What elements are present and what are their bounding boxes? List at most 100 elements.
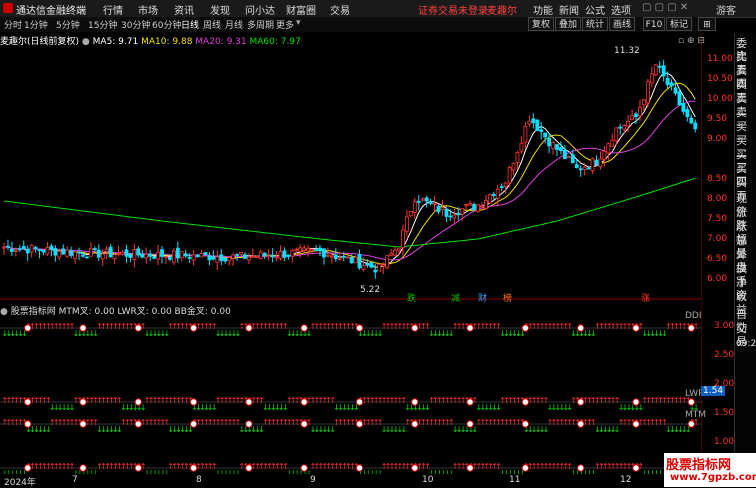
candle-body: [290, 250, 295, 257]
biaoji-button[interactable]: 标记: [666, 17, 692, 31]
period-15min[interactable]: 15分钟: [88, 18, 117, 31]
period-multi[interactable]: 多周期: [247, 18, 274, 31]
date-label: 9: [310, 475, 316, 485]
menu-jiaoyi[interactable]: 交易: [330, 2, 350, 17]
candle-body: [397, 248, 401, 251]
candle-body: [574, 164, 579, 169]
period-30min[interactable]: 30分钟: [121, 18, 150, 31]
login-status[interactable]: 证券交易未登录: [418, 2, 488, 17]
signal-dot-icon: [632, 420, 640, 428]
f10-button[interactable]: F10: [643, 17, 665, 31]
candle-body: [416, 200, 421, 203]
main-kline-chart[interactable]: [0, 33, 702, 300]
indicator-header: 股票指标网 MTM叉: 0.00 LWR叉: 0.00 BB金叉: 0.00: [10, 307, 231, 317]
menu-hangqing[interactable]: 行情: [103, 2, 123, 17]
candle-body: [349, 256, 354, 264]
stock-name-title: 麦趣尔: [487, 6, 517, 17]
candle-body: [511, 162, 516, 171]
indicator-chart[interactable]: ↓↓↓↓↓↓↑↑↑↑↑↑↑↑↑↑↑↑↓↓↓↓↓↓↑↑↑↑↑↑↑↑↑↑↑↑↓↓↓↓…: [0, 302, 702, 474]
menu-caifuquan[interactable]: 财富圈: [286, 2, 316, 17]
layout-icon[interactable]: ⊞: [698, 17, 716, 31]
main-header: 麦趣尔(日线前复权): [0, 37, 80, 47]
candle-body: [282, 250, 287, 258]
signal-dot-icon: [355, 464, 364, 472]
candle-body: [555, 144, 559, 150]
signal-dot-icon: [411, 324, 419, 332]
candle-body: [148, 253, 153, 257]
signal-dot-icon: [632, 324, 640, 332]
menu-gongneng[interactable]: 功能: [533, 2, 553, 17]
indicator-legend: ● 股票指标网 MTM叉: 0.00 LWR叉: 0.00 BB金叉: 0.00: [0, 304, 231, 317]
signal-dot-icon: [355, 420, 364, 428]
date-label: 12: [620, 475, 632, 485]
candle-body: [65, 249, 70, 257]
candle-body: [132, 249, 137, 261]
menu-xinwen[interactable]: 新闻: [559, 2, 579, 17]
signal-dot-icon: [466, 464, 474, 472]
price-label: 10.00: [707, 94, 733, 104]
period-more[interactable]: 更多: [276, 18, 294, 31]
candle-body: [341, 255, 346, 258]
period-monthly[interactable]: 月线: [225, 18, 243, 31]
candle-body: [207, 255, 212, 261]
candle-body: [681, 102, 686, 112]
period-1min[interactable]: 1分钟: [24, 18, 48, 31]
menu-shichang[interactable]: 市场: [138, 2, 158, 17]
price-label: 11.00: [707, 54, 733, 64]
signal-dot-icon: [577, 420, 585, 428]
candle-body: [61, 248, 66, 255]
period-daily[interactable]: 日线: [181, 18, 199, 31]
candle-body: [539, 129, 544, 133]
signal-dot-icon: [79, 464, 87, 472]
candle-body: [294, 248, 299, 251]
diejia-button[interactable]: 叠加: [555, 17, 581, 31]
menu-zixun[interactable]: 资讯: [174, 2, 194, 17]
candle-body: [270, 255, 275, 258]
signal-dot-icon: [577, 464, 585, 472]
candle-body: [96, 249, 101, 258]
menu-faxian[interactable]: 发现: [210, 2, 230, 17]
candle-body: [85, 256, 89, 259]
menu-gongshi[interactable]: 公式: [585, 2, 605, 17]
candle-body: [689, 117, 694, 124]
candle-body: [598, 158, 603, 168]
candle-body: [211, 256, 216, 260]
period-weekly[interactable]: 周线: [203, 18, 221, 31]
candle-body: [547, 137, 551, 147]
candle-body: [322, 248, 326, 258]
ind-label: 3.00: [714, 321, 735, 331]
candle-body: [638, 106, 642, 117]
candle-body: [618, 126, 623, 129]
candle-body: [381, 264, 386, 267]
period-fenshi[interactable]: 分时: [4, 18, 22, 31]
candle-body: [199, 253, 204, 258]
signal-dot-icon: [577, 324, 585, 332]
period-60min[interactable]: 60分钟: [152, 18, 181, 31]
period-5min[interactable]: 5分钟: [56, 18, 80, 31]
candle-body: [507, 167, 512, 184]
candle-body: [108, 246, 113, 258]
fuquan-button[interactable]: 复权: [528, 17, 554, 31]
candle-body: [420, 198, 425, 201]
huaxian-button[interactable]: 画线: [609, 17, 635, 31]
menu-wenxiaoda[interactable]: 问小达: [245, 2, 275, 17]
candle-body: [408, 210, 413, 217]
watermark-logo: 股票指标网 www.7gpzb.com: [664, 453, 756, 487]
settings-icon[interactable]: ●: [82, 37, 90, 47]
candle-body: [239, 252, 243, 255]
guest-label[interactable]: 游客: [716, 2, 736, 17]
candle-body: [25, 248, 30, 254]
watermark-line2: www.7gpzb.com: [670, 472, 756, 483]
candle-body: [302, 247, 307, 251]
tongji-button[interactable]: 统计: [582, 17, 608, 31]
more-arrow-icon[interactable]: ▾: [296, 18, 301, 28]
chart-toolbar: 复权 叠加 统计 画线 F10 标记 ⊞: [528, 17, 720, 32]
indicator-settings-icon[interactable]: ●: [0, 307, 8, 317]
panel-controls-icon[interactable]: ▫ ⊕ ⊟: [678, 36, 705, 46]
window-controls[interactable]: ▢ ▢ ▢ ✕: [642, 2, 688, 13]
menu-xuanxiang[interactable]: 选项: [611, 2, 631, 17]
candle-body: [645, 81, 650, 104]
candle-body: [535, 119, 540, 131]
candle-body: [104, 248, 109, 252]
date-label: 11: [509, 475, 521, 485]
